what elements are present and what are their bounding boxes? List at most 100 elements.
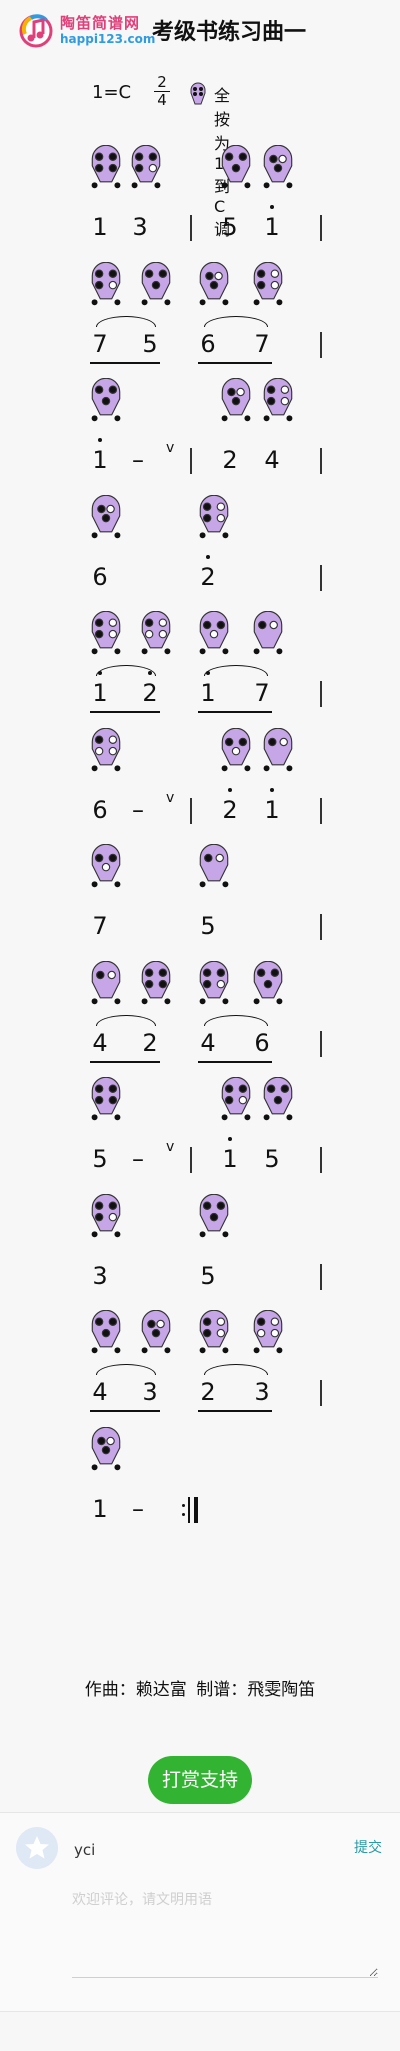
- comment-box: yci 提交: [0, 1812, 400, 2012]
- octave-dot: [228, 787, 232, 792]
- credits: 作曲：赖达富 制谱：飛雯陶笛: [0, 1675, 400, 1700]
- note-digit: 7: [254, 679, 270, 707]
- note-numeral: 5: [198, 1262, 218, 1290]
- beam-underline: [90, 1410, 160, 1412]
- sustain-dash: –: [132, 1145, 144, 1173]
- barline: [320, 914, 322, 940]
- note-digit: 4: [200, 1028, 216, 1057]
- ocarina-fingering-icon: [90, 494, 122, 539]
- barline: [190, 215, 192, 241]
- slur-mark: [204, 315, 268, 327]
- note-digit: 1: [200, 679, 216, 707]
- note-digit: 5: [264, 1145, 280, 1173]
- note-digit: 5: [200, 912, 216, 940]
- slur-mark: [96, 665, 156, 676]
- note-digit: 2: [222, 446, 238, 474]
- ocarina-fingering-icon: [90, 1310, 122, 1354]
- note-numeral: 3: [140, 1378, 160, 1406]
- note-numeral: 3: [90, 1262, 110, 1290]
- octave-dot: [206, 554, 210, 559]
- slur-mark: [96, 1014, 156, 1026]
- note-numeral: 7: [252, 330, 272, 358]
- ocarina-fingering-icon: [262, 727, 294, 772]
- ocarina-fingering-icon: [252, 611, 284, 655]
- note-numeral: 1: [198, 671, 218, 707]
- note-digit: 6: [200, 329, 216, 358]
- ocarina-fingering-icon: [220, 145, 252, 189]
- ocarina-fingering-icon: [90, 378, 122, 422]
- note-numeral: 4: [262, 446, 282, 474]
- note-digit: 1: [92, 679, 108, 707]
- key-signature: 1=C: [92, 82, 132, 103]
- note-numeral: 5: [220, 213, 240, 241]
- page-title: 考级书练习曲一: [152, 20, 307, 45]
- barline: [320, 564, 322, 591]
- note-numeral: 4: [90, 1029, 110, 1057]
- note-digit: 2: [142, 1028, 158, 1057]
- arranger-credit: 制谱：飛雯陶笛: [196, 1680, 316, 1700]
- note-digit: 5: [200, 1261, 216, 1290]
- ocarina-fingering-icon: [262, 378, 294, 422]
- ocarina-fingering-icon: [262, 1077, 294, 1121]
- note-digit: 2: [142, 679, 158, 707]
- note-numeral: 6: [252, 1029, 272, 1057]
- note-digit: 3: [132, 213, 148, 241]
- note-digit: 6: [92, 795, 108, 824]
- note-digit: 2: [200, 562, 216, 591]
- barline: [190, 797, 192, 824]
- barline: [320, 1147, 322, 1173]
- time-sig-top: 2: [157, 73, 167, 91]
- ocarina-fingering-icon: [90, 960, 122, 1005]
- ocarina-fingering-icon: [252, 960, 284, 1005]
- note-digit: 1: [222, 1145, 238, 1173]
- note-numeral: 2: [198, 554, 218, 591]
- ocarina-fingering-icon: [198, 261, 230, 306]
- ocarina-fingering-icon: [190, 82, 206, 105]
- tip-support-button[interactable]: 打赏支持: [148, 1756, 252, 1804]
- ocarina-fingering-icon: [90, 1077, 122, 1121]
- ocarina-fingering-icon: [90, 1426, 122, 1471]
- barline: [320, 448, 322, 474]
- ocarina-fingering-icon: [130, 145, 162, 189]
- slur-mark: [204, 665, 268, 676]
- note-numeral: 4: [198, 1029, 218, 1057]
- note-numeral: 1: [262, 787, 282, 824]
- ocarina-fingering-icon: [198, 1310, 230, 1354]
- note-digit: 7: [92, 912, 108, 940]
- logo-text-en[interactable]: happi123.com: [60, 32, 155, 46]
- note-digit: 7: [254, 329, 270, 358]
- barline: [320, 1030, 322, 1057]
- ocarina-fingering-icon: [252, 1310, 284, 1354]
- octave-dot: [270, 205, 274, 209]
- note-numeral: 1: [90, 213, 110, 241]
- barline: [320, 797, 322, 824]
- note-numeral: 7: [90, 912, 110, 940]
- comment-submit-button[interactable]: 提交: [354, 1837, 382, 1857]
- note-digit: 1: [92, 446, 108, 474]
- note-digit: 1: [92, 213, 108, 241]
- ocarina-fingering-icon: [140, 960, 172, 1005]
- note-digit: 5: [142, 329, 158, 358]
- breath-mark: v: [166, 440, 175, 456]
- breath-mark: v: [166, 1139, 175, 1155]
- ocarina-fingering-icon: [90, 1193, 122, 1238]
- beam-underline: [90, 711, 160, 713]
- note-numeral: 1: [90, 1495, 110, 1523]
- slur-mark: [204, 1364, 268, 1375]
- note-digit: 4: [92, 1378, 108, 1406]
- beam-underline: [90, 361, 160, 364]
- note-numeral: 5: [90, 1145, 110, 1173]
- note-digit: 3: [142, 1378, 158, 1406]
- note-numeral: 6: [90, 796, 110, 824]
- composer-credit: 作曲：赖达富: [84, 1680, 187, 1700]
- comment-username: yci: [74, 1841, 96, 1859]
- ocarina-fingering-icon: [198, 494, 230, 539]
- note-digit: 1: [264, 795, 280, 824]
- logo-text-cn[interactable]: 陶笛简谱网: [60, 12, 140, 33]
- note-digit: 6: [92, 562, 108, 591]
- time-signature: 2 4: [154, 74, 170, 109]
- comment-input[interactable]: [72, 1889, 378, 1978]
- music-note-logo-icon[interactable]: [18, 10, 54, 48]
- note-numeral: 3: [252, 1378, 272, 1406]
- note-numeral: 2: [198, 1378, 218, 1406]
